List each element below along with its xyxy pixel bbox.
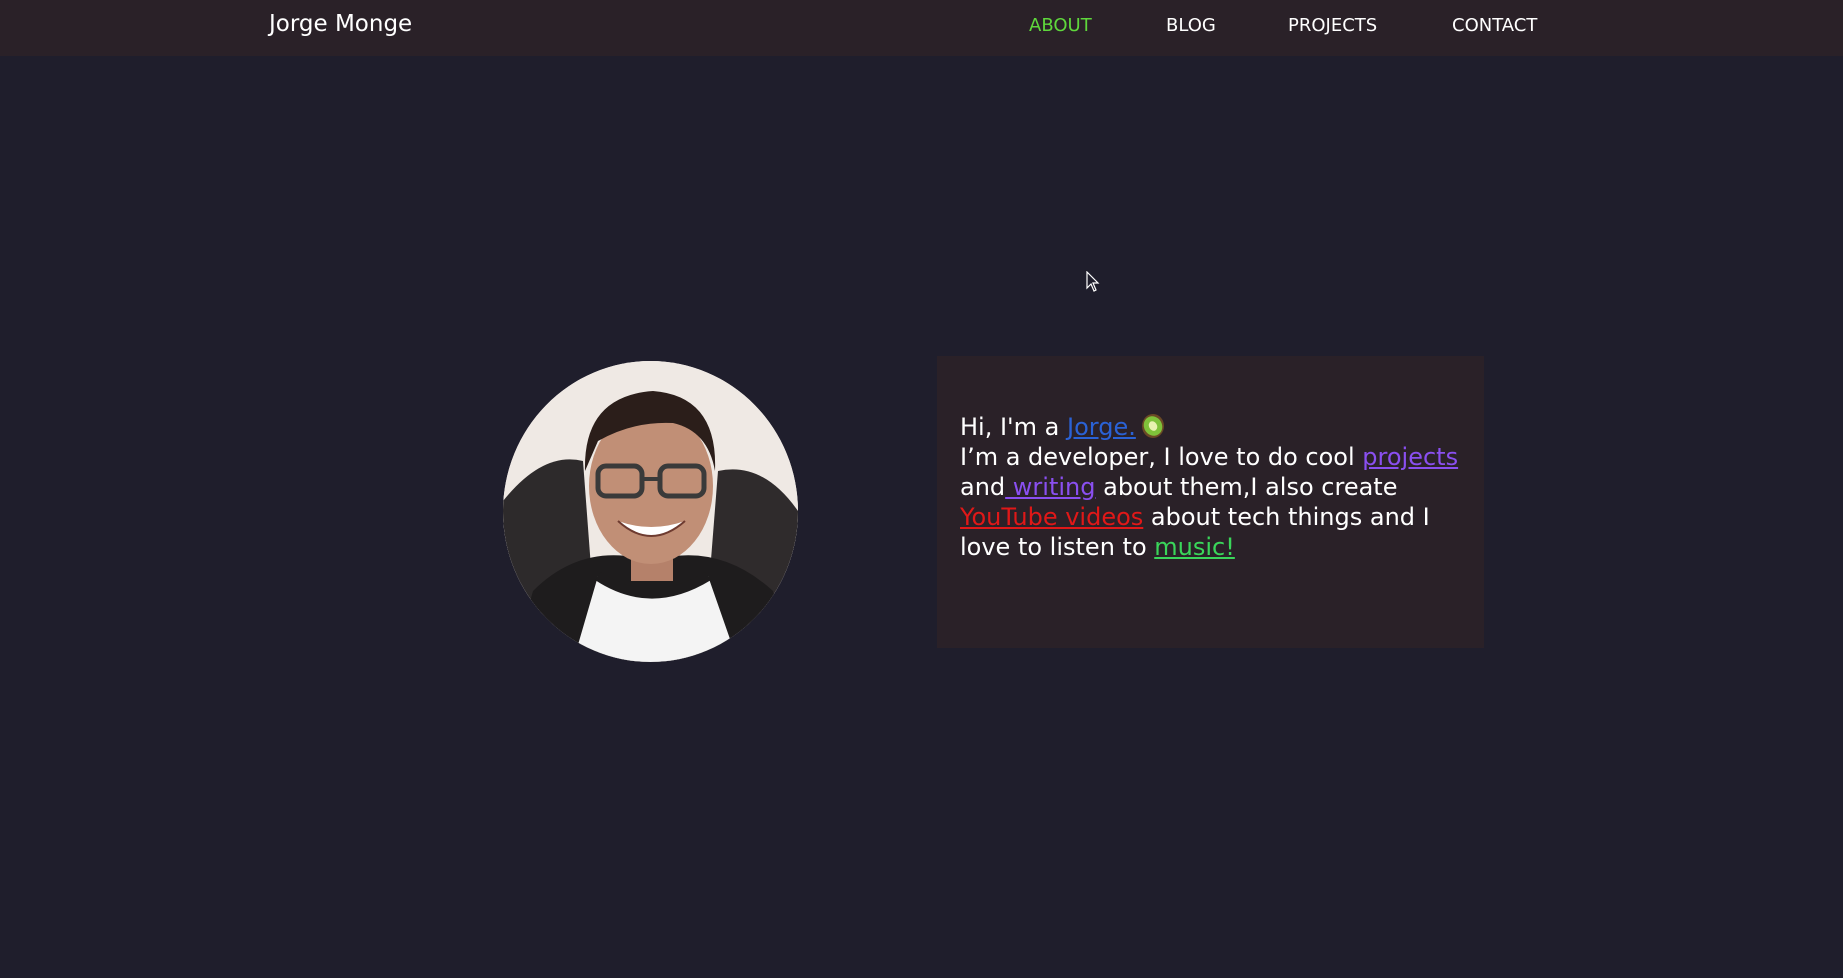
youtube-link[interactable]: YouTube videos [960, 503, 1143, 531]
mouse-cursor-icon [1086, 271, 1100, 292]
greeting-text: Hi, I'm a [960, 413, 1067, 441]
create-text: about them,I also create [1095, 473, 1398, 501]
intro-text: Hi, I'm a Jorge. I’m a developer, I love … [960, 412, 1462, 562]
intro-card: Hi, I'm a Jorge. I’m a developer, I love … [937, 356, 1484, 648]
nav-about[interactable]: ABOUT [1029, 15, 1092, 36]
profile-avatar [503, 361, 798, 662]
brand-logo-link[interactable]: Jorge Monge [269, 11, 412, 37]
and-text: and [960, 473, 1006, 501]
nav-projects[interactable]: PROJECTS [1288, 15, 1377, 36]
nav-blog[interactable]: BLOG [1166, 15, 1216, 36]
music-link[interactable]: music! [1154, 533, 1235, 561]
writing-link[interactable]: writing [1005, 473, 1096, 501]
nav-contact[interactable]: CONTACT [1452, 15, 1537, 36]
profile-photo [503, 361, 798, 662]
top-navbar: Jorge Monge ABOUT BLOG PROJECTS CONTACT [0, 0, 1843, 56]
developer-text: I’m a developer, I love to do cool [960, 443, 1363, 471]
projects-link[interactable]: projects [1362, 443, 1458, 471]
kiwi-icon [1141, 414, 1164, 438]
name-link[interactable]: Jorge. [1067, 413, 1136, 441]
